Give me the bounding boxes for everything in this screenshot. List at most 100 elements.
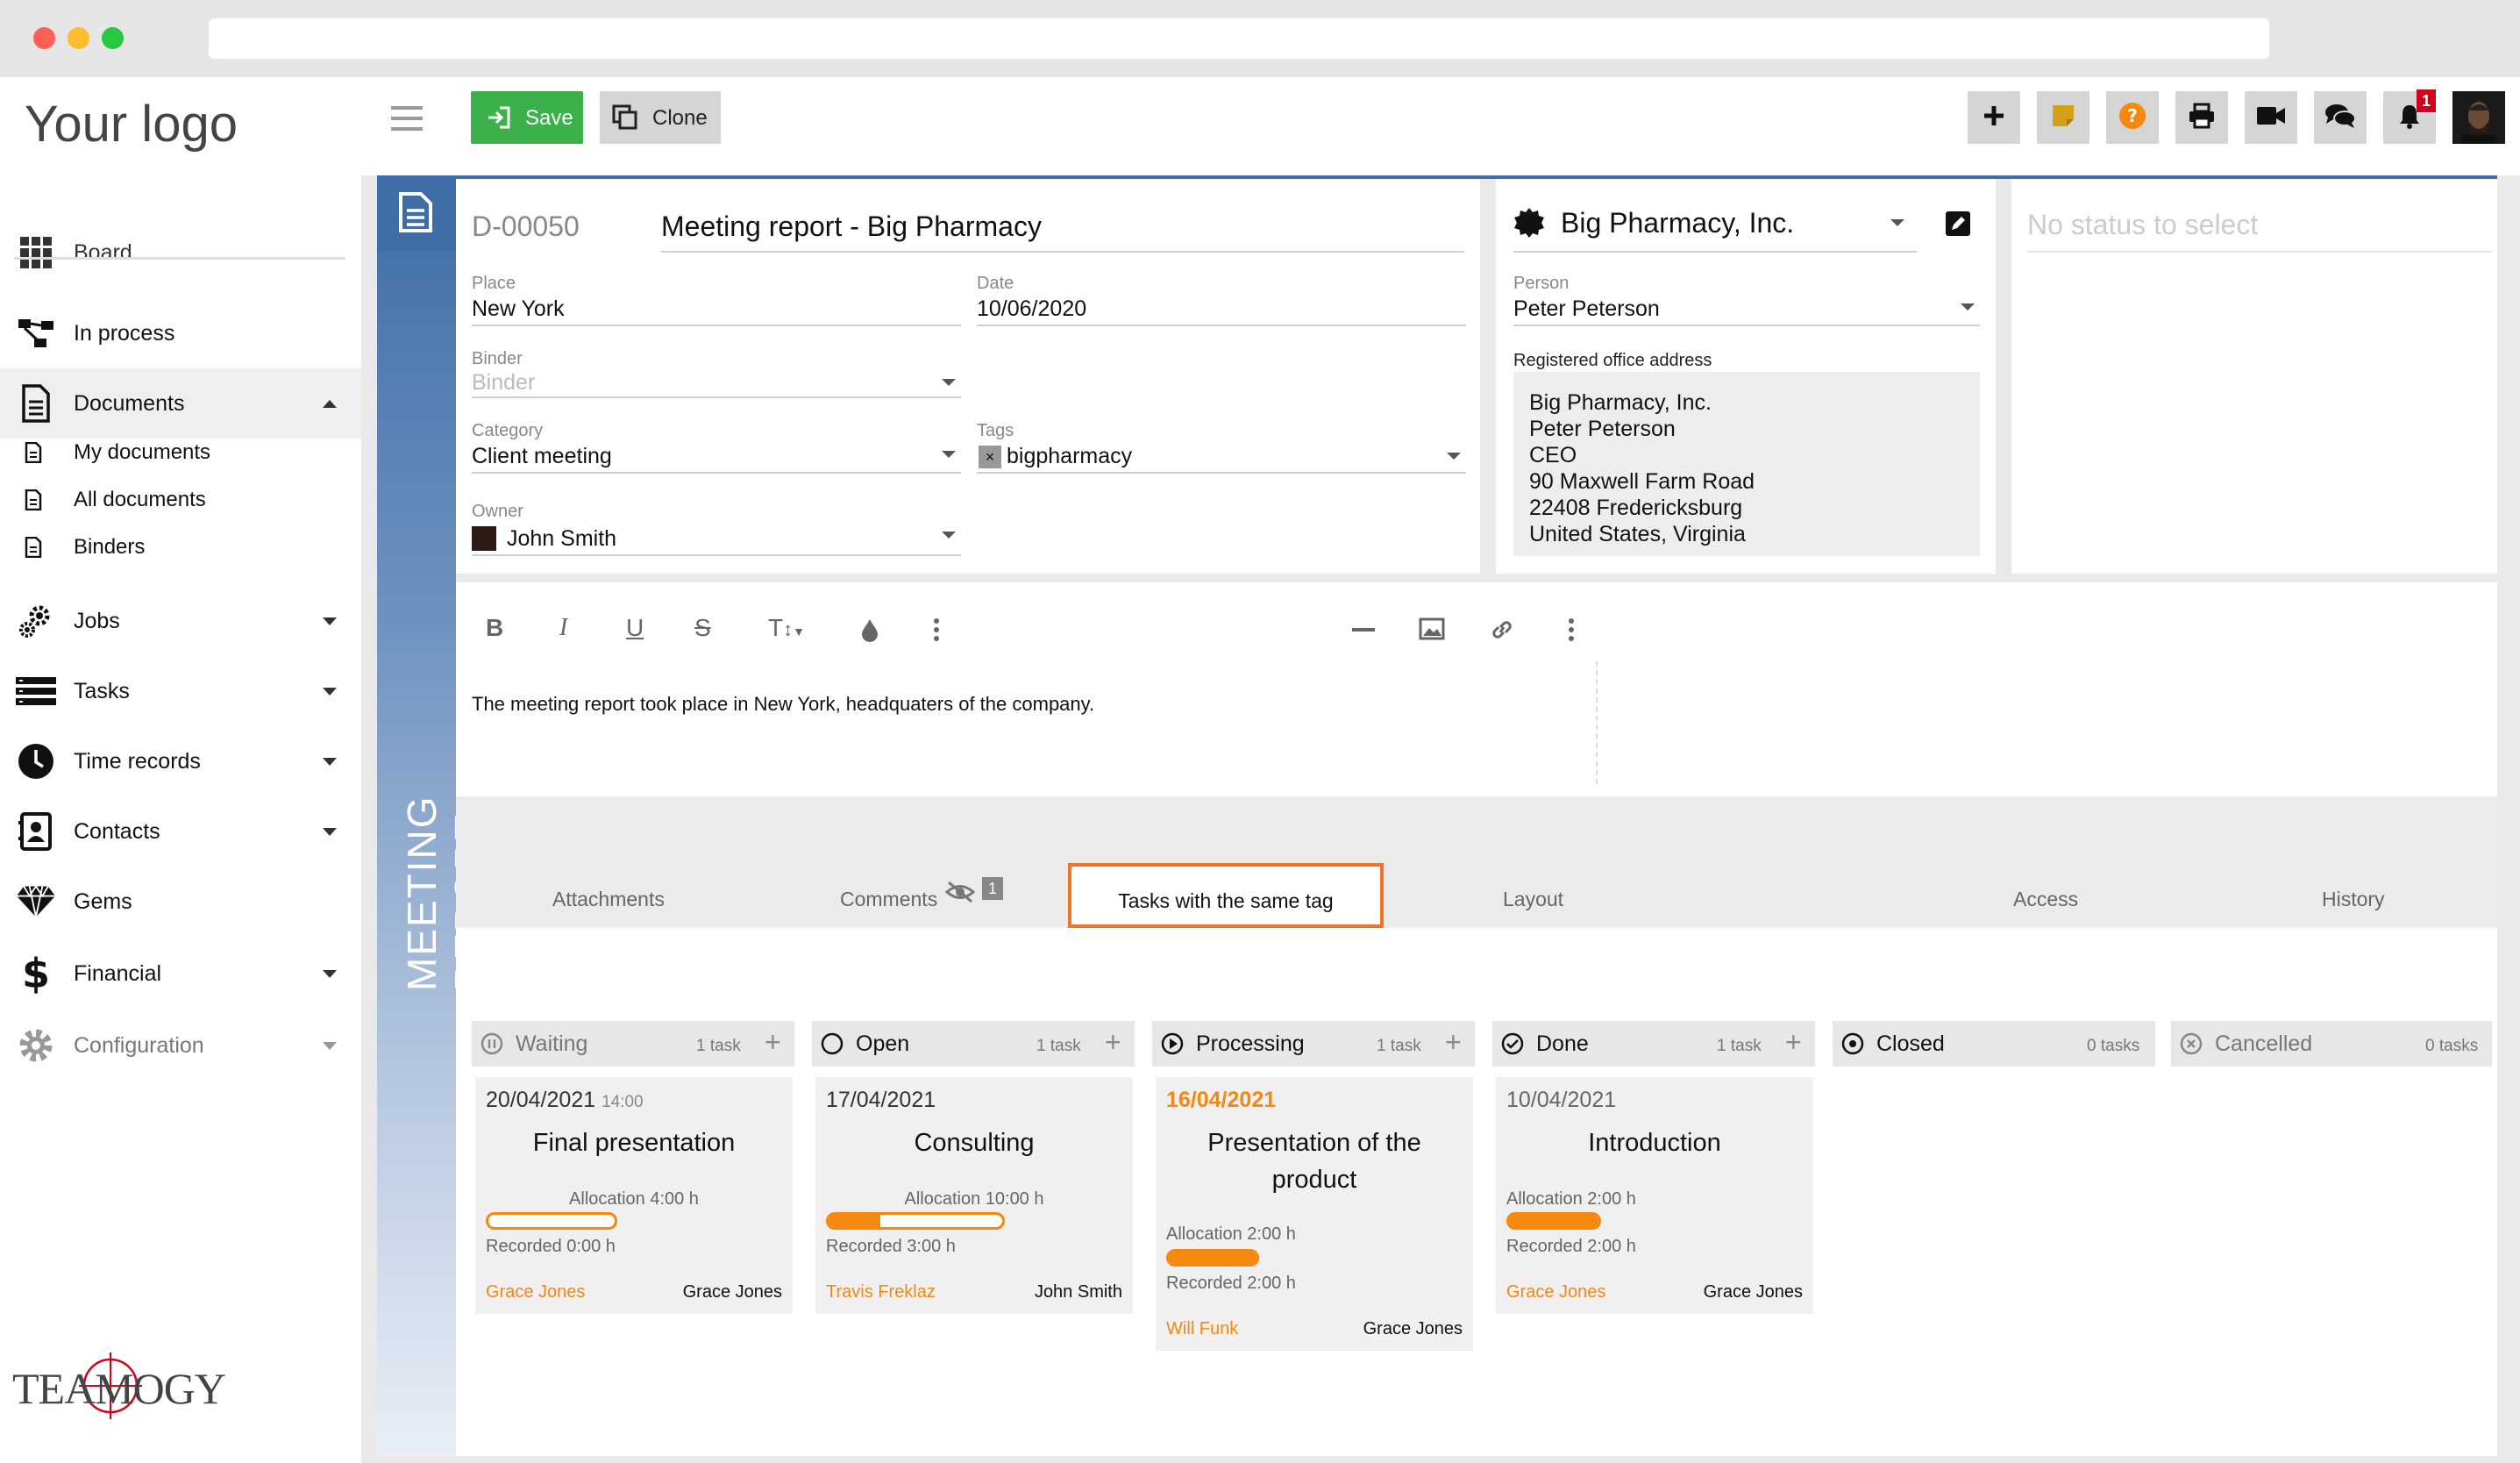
column-count: 0 tasks [2425, 1037, 2479, 1055]
owner-select[interactable]: John Smith [507, 526, 616, 552]
link-icon[interactable] [1489, 617, 1515, 646]
address-line: CEO [1529, 443, 1577, 467]
tab-access[interactable]: Access [2013, 888, 2078, 911]
tags-label: Tags [977, 421, 1014, 440]
document-icon [25, 489, 42, 510]
tab-history[interactable]: History [2322, 888, 2385, 911]
sidebar-item-jobs[interactable]: Jobs [0, 586, 361, 656]
grid-icon [16, 232, 56, 273]
chat-button[interactable] [2314, 91, 2367, 144]
tab-comments[interactable]: Comments [840, 888, 937, 911]
address-bar[interactable] [209, 18, 2269, 59]
document-type-header [377, 175, 456, 251]
add-button[interactable] [1968, 91, 2020, 144]
sidebar-item-in-process[interactable]: In process [0, 298, 361, 368]
image-icon[interactable] [1419, 617, 1445, 645]
minimize-window-button[interactable] [68, 27, 89, 49]
chevron-down-icon [1961, 303, 1975, 310]
place-field[interactable]: New York [472, 296, 565, 322]
hamburger-menu-icon[interactable] [391, 105, 426, 132]
task-allocation: Allocation 10:00 h [904, 1189, 1044, 1209]
more-vertical-icon[interactable] [933, 617, 940, 646]
task-card[interactable]: 17/04/2021 Consulting Allocation 10:00 h… [815, 1077, 1133, 1314]
edit-company-button[interactable] [1945, 211, 1971, 237]
remove-tag-icon[interactable]: × [979, 446, 1001, 468]
chevron-down-icon [942, 379, 956, 386]
sidebar-subitem-all-documents[interactable]: All documents [0, 477, 361, 523]
strikethrough-icon[interactable]: S [694, 614, 711, 642]
column-count: 1 task [1377, 1037, 1421, 1055]
task-assignee[interactable]: Grace Jones [486, 1282, 585, 1302]
sidebar-item-tasks[interactable]: Tasks [0, 656, 361, 726]
print-button[interactable] [2175, 91, 2228, 144]
sidebar-item-financial[interactable]: $ Financial [0, 938, 361, 1009]
add-task-plus-icon[interactable]: + [1785, 1026, 1802, 1059]
notifications-button[interactable]: 1 [2383, 89, 2436, 144]
task-title: Introduction [1588, 1129, 1721, 1157]
app-logo[interactable]: Your logo [25, 95, 238, 153]
editor-content[interactable]: The meeting report took place in New Yor… [472, 693, 1094, 716]
task-progress-bar [1506, 1212, 1601, 1230]
task-date: 16/04/2021 [1166, 1088, 1277, 1112]
sidebar-subitem-my-documents[interactable]: My documents [0, 430, 361, 475]
tabs-bar [456, 796, 2497, 928]
task-card[interactable]: 16/04/2021 Presentation of the product A… [1156, 1077, 1473, 1351]
sidebar-item-contacts[interactable]: Contacts [0, 796, 361, 867]
task-assignee[interactable]: Travis Freklaz [826, 1282, 936, 1302]
sidebar-item-configuration[interactable]: Configuration [0, 1010, 361, 1081]
add-task-plus-icon[interactable]: + [1445, 1026, 1462, 1059]
category-select[interactable]: Client meeting [472, 444, 612, 469]
task-owner: Grace Jones [682, 1282, 782, 1302]
task-recorded: Recorded 2:00 h [1166, 1274, 1296, 1293]
company-badge-icon [1513, 207, 1545, 243]
company-select[interactable]: Big Pharmacy, Inc. [1561, 207, 1794, 239]
add-task-plus-icon[interactable]: + [765, 1026, 781, 1059]
task-assignee[interactable]: Will Funk [1166, 1319, 1238, 1339]
document-title[interactable]: Meeting report - Big Pharmacy [661, 211, 1042, 243]
help-icon: ? [2118, 102, 2146, 134]
status-select[interactable]: No status to select [2027, 209, 2258, 241]
task-card[interactable]: 10/04/2021 Introduction Allocation 2:00 … [1496, 1077, 1813, 1314]
sidebar-item-time-records[interactable]: Time records [0, 726, 361, 796]
sidebar-item-gems[interactable]: Gems [0, 867, 361, 937]
title-underline [661, 251, 1464, 253]
more-vertical-icon[interactable] [1568, 617, 1575, 646]
person-select[interactable]: Peter Peterson [1513, 296, 1660, 322]
browser-chrome [0, 0, 2520, 77]
category-underline [472, 472, 961, 474]
tab-layout[interactable]: Layout [1503, 888, 1563, 911]
underline-icon[interactable]: U [626, 614, 644, 642]
add-task-plus-icon[interactable]: + [1105, 1026, 1121, 1059]
close-window-button[interactable] [33, 27, 55, 49]
bold-icon[interactable]: B [486, 614, 503, 642]
sidebar-item-board[interactable]: Board [0, 218, 361, 288]
video-call-button[interactable] [2245, 91, 2297, 144]
avatar[interactable] [2452, 91, 2505, 144]
date-label: Date [977, 274, 1014, 293]
tab-attachments[interactable]: Attachments [552, 888, 665, 911]
pause-circle-icon [481, 1032, 503, 1055]
help-button[interactable]: ? [2106, 91, 2159, 144]
address-label: Registered office address [1513, 351, 1712, 370]
sidebar-item-documents[interactable]: Documents [0, 368, 361, 439]
clone-button[interactable]: Clone [600, 91, 721, 144]
binder-select[interactable]: Binder [472, 370, 535, 396]
sidebar-subitem-binders[interactable]: Binders [0, 525, 361, 570]
sticky-note-button[interactable] [2037, 91, 2089, 144]
date-field[interactable]: 10/06/2020 [977, 296, 1086, 322]
tab-tasks-with-same-tag[interactable]: Tasks with the same tag [1068, 863, 1384, 928]
task-allocation: Allocation 2:00 h [1506, 1189, 1636, 1209]
horizontal-rule-icon[interactable] [1352, 628, 1375, 632]
color-drop-icon[interactable] [859, 617, 880, 646]
tab-label: Tasks with the same tag [1118, 889, 1334, 912]
flow-icon [16, 313, 56, 353]
text-size-icon[interactable]: T↕▼ [768, 614, 805, 642]
italic-icon[interactable]: I [559, 614, 567, 642]
maximize-window-button[interactable] [102, 27, 124, 49]
task-recorded: Recorded 2:00 h [1506, 1237, 1636, 1256]
chevron-down-icon [942, 451, 956, 458]
save-button[interactable]: Save [471, 91, 583, 144]
task-card[interactable]: 20/04/2021 14:00 Final presentation Allo… [475, 1077, 793, 1314]
owner-avatar [472, 526, 496, 551]
task-assignee[interactable]: Grace Jones [1506, 1282, 1605, 1302]
